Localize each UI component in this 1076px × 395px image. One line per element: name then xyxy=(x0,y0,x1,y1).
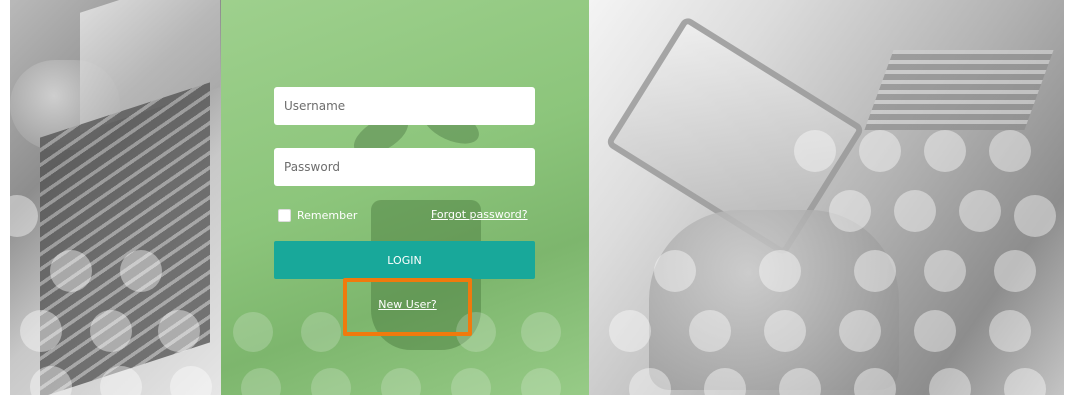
decorative-dot xyxy=(759,250,801,292)
decorative-dot xyxy=(241,368,281,395)
decorative-dot xyxy=(10,195,38,237)
new-user-link[interactable]: New User? xyxy=(343,298,472,311)
decorative-dot xyxy=(924,250,966,292)
decorative-dot xyxy=(158,310,200,352)
remember-me[interactable]: Remember xyxy=(278,208,357,222)
decorative-dot xyxy=(994,250,1036,292)
decorative-dot xyxy=(20,310,62,352)
decorative-dot xyxy=(914,310,956,352)
login-button[interactable]: LOGIN xyxy=(274,241,535,279)
decorative-dot xyxy=(989,130,1031,172)
decorative-dot xyxy=(50,250,92,292)
hands-image xyxy=(649,210,899,390)
decorative-dot xyxy=(1004,368,1046,395)
decorative-dot xyxy=(451,368,491,395)
decorative-dot xyxy=(764,310,806,352)
login-page: Remember Forgot password? LOGIN New User… xyxy=(0,0,1076,395)
forgot-password-link[interactable]: Forgot password? xyxy=(431,208,528,221)
page-edge xyxy=(1064,0,1076,395)
decorative-dot xyxy=(929,368,971,395)
decorative-dot xyxy=(521,312,561,352)
decorative-dot xyxy=(521,368,561,395)
decorative-dot xyxy=(894,190,936,232)
right-background-photo xyxy=(589,0,1076,395)
decorative-dot xyxy=(654,250,696,292)
keyboard-image xyxy=(864,50,1054,130)
remember-label: Remember xyxy=(297,208,358,222)
decorative-dot xyxy=(924,130,966,172)
remember-checkbox[interactable] xyxy=(278,208,291,222)
decorative-dot xyxy=(829,190,871,232)
decorative-dot xyxy=(859,130,901,172)
password-input[interactable] xyxy=(274,148,535,186)
decorative-dot xyxy=(839,310,881,352)
decorative-dot xyxy=(609,310,651,352)
username-input[interactable] xyxy=(274,87,535,125)
decorative-dot xyxy=(689,310,731,352)
decorative-dot xyxy=(311,368,351,395)
decorative-dot xyxy=(120,250,162,292)
decorative-dot xyxy=(854,250,896,292)
left-background-photo xyxy=(10,0,221,395)
decorative-dot xyxy=(1014,195,1056,237)
decorative-dot xyxy=(90,310,132,352)
decorative-dot xyxy=(381,368,421,395)
decorative-dot xyxy=(100,366,142,395)
decorative-dot xyxy=(959,190,1001,232)
decorative-dot xyxy=(301,312,341,352)
decorative-dot xyxy=(794,130,836,172)
decorative-dot xyxy=(989,310,1031,352)
decorative-dot xyxy=(170,366,212,395)
decorative-dot xyxy=(233,312,273,352)
